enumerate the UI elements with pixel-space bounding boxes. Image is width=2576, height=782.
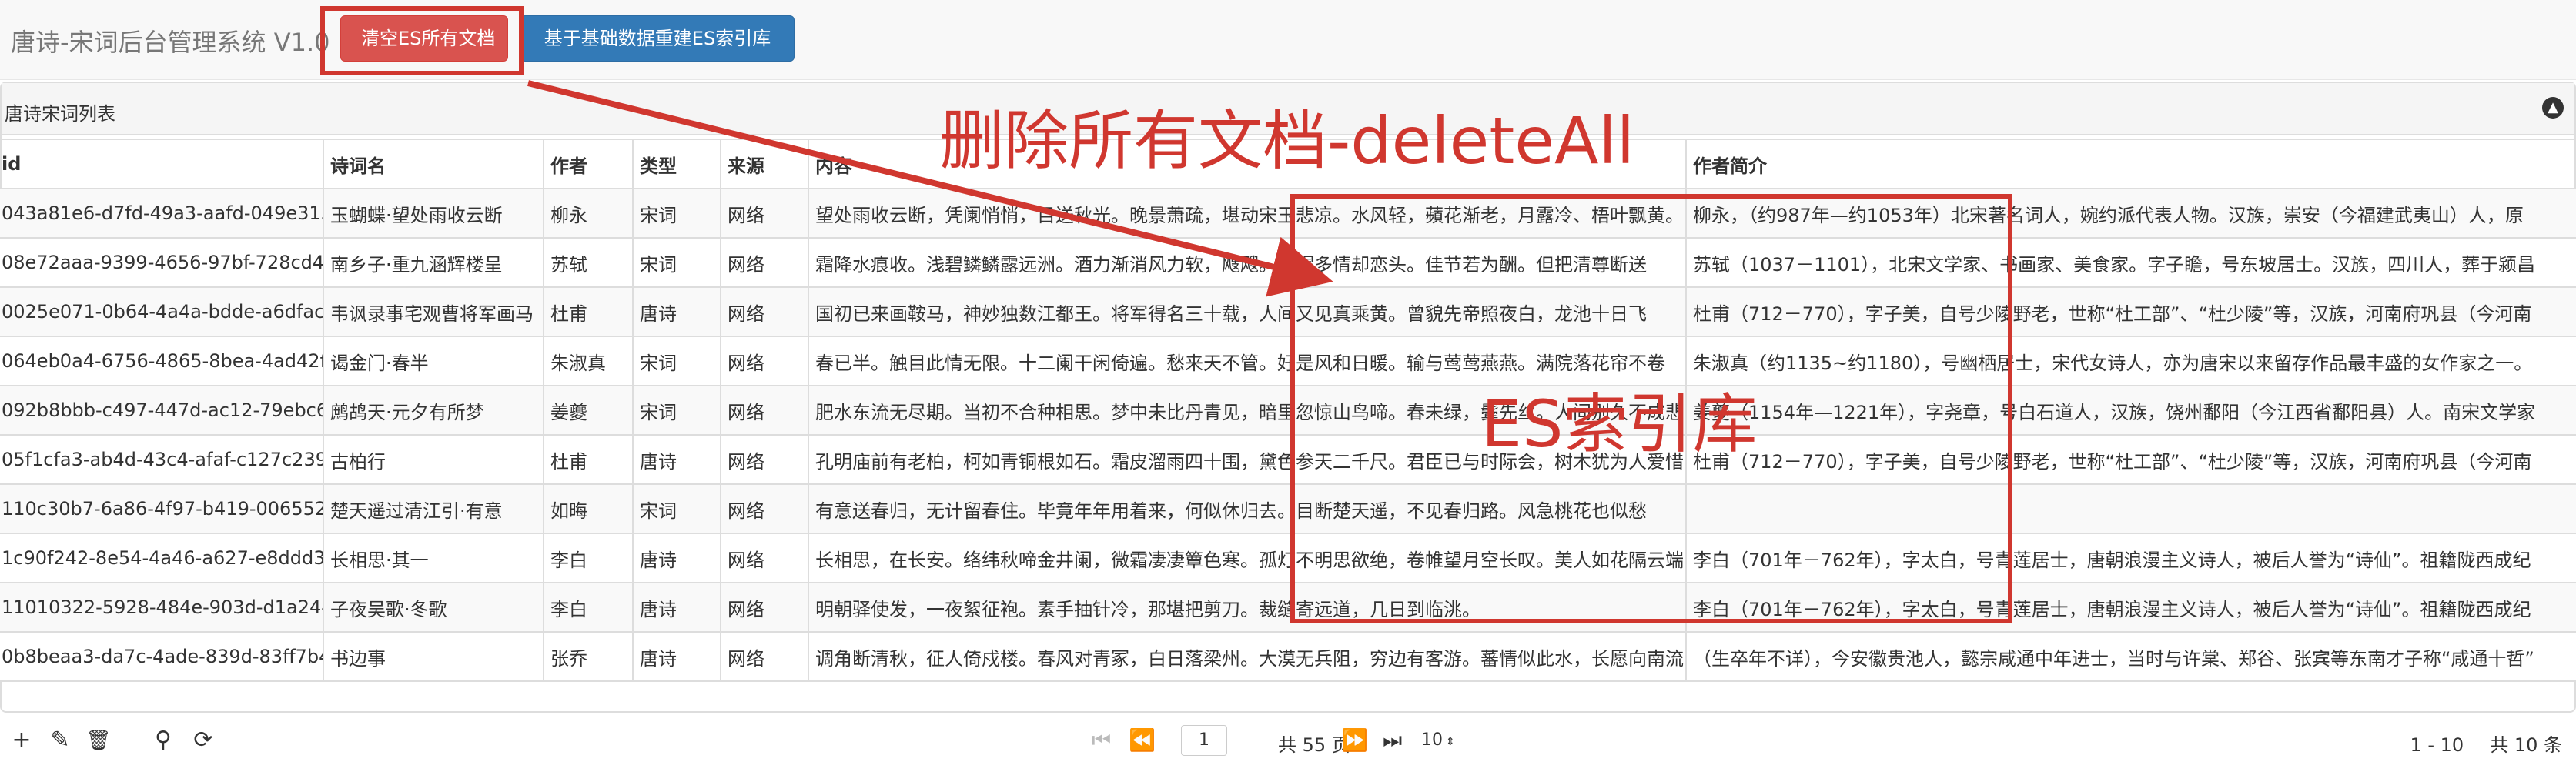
cell-id: 110c30b7-6a86-4f97-b419-00655282 [0,484,323,534]
cell-title: 韦讽录事宅观曹将军画马 [323,287,544,337]
search-icon[interactable]: ⚲ [149,725,177,756]
cell-id: 0025e071-0b64-4a4a-bdde-a6dfacc8 [0,287,323,337]
cell-title: 谒金门·春半 [323,336,544,386]
brand-title[interactable]: 唐诗-宋词后台管理系统 V1.0 [11,23,330,58]
cell-source: 网络 [720,336,808,386]
cell-author: 苏轼 [543,238,633,288]
annotation-es-index-label: ES索引库 [1481,386,1758,462]
cell-id: 08e72aaa-9399-4656-97bf-728cd445 [0,238,323,288]
cell-id: 0b8beaa3-da7c-4ade-839d-83ff7b45 [0,632,323,682]
column-header-author[interactable]: 作者 [543,139,633,189]
cell-title: 楚天遥过清江引·有意 [323,484,544,534]
cell-type: 宋词 [632,386,721,436]
record-range-info: 1 - 10 共 10 条 [2410,730,2562,757]
table-row[interactable]: 1c90f242-8e54-4a46-a627-e8ddd323 长相思·其一 … [0,533,2576,583]
cell-source: 网络 [720,386,808,436]
cell-title: 玉蝴蝶·望处雨收云断 [323,189,544,239]
cell-type: 宋词 [632,484,721,534]
cell-type: 宋词 [632,189,721,239]
cell-source: 网络 [720,435,808,485]
table-row[interactable]: 0025e071-0b64-4a4a-bdde-a6dfacc8 韦讽录事宅观曹… [0,287,2576,337]
add-icon[interactable]: + [8,725,35,756]
cell-author: 姜夔 [543,386,633,436]
cell-type: 唐诗 [632,435,721,485]
table-row[interactable]: 05f1cfa3-ab4d-43c4-afaf-c127c2390 古柏行 杜甫… [0,435,2576,485]
cell-type: 唐诗 [632,287,721,337]
cell-author: 李白 [543,583,633,633]
cell-source: 网络 [720,484,808,534]
cell-content: 调角断清秋，征人倚戍楼。春风对青冢，白日落梁州。大漠无兵阻，穷边有客游。蕃情似此… [808,632,1686,682]
cell-id: 043a81e6-d7fd-49a3-aafd-049e3156 [0,189,323,239]
table-row[interactable]: 0b8beaa3-da7c-4ade-839d-83ff7b45 书边事 张乔 … [0,632,2576,682]
cell-author: 李白 [543,533,633,583]
page-size-select[interactable]: 10 ⇕ [1421,725,1475,756]
cell-title: 书边事 [323,632,544,682]
cell-id: 1c90f242-8e54-4a46-a627-e8ddd323 [0,533,323,583]
cell-author: 杜甫 [543,435,633,485]
cell-source: 网络 [720,189,808,239]
cell-type: 唐诗 [632,632,721,682]
column-header-type[interactable]: 类型 [632,139,721,189]
cell-id: 05f1cfa3-ab4d-43c4-afaf-c127c2390 [0,435,323,485]
page-size-value: 10 [1421,730,1443,750]
rebuild-es-index-button[interactable]: 基于基础数据重建ES索引库 [520,15,795,62]
first-page-icon[interactable]: ⏮ [1092,727,1111,754]
cell-title: 子夜吴歌·冬歌 [323,583,544,633]
cell-source: 网络 [720,583,808,633]
cell-type: 宋词 [632,238,721,288]
column-header-source[interactable]: 来源 [720,139,808,189]
column-header-id[interactable]: id [0,139,323,189]
refresh-icon[interactable]: ⟳ [189,725,217,756]
table-row[interactable]: 043a81e6-d7fd-49a3-aafd-049e3156 玉蝴蝶·望处雨… [0,189,2576,239]
cell-id: 092b8bbb-c497-447d-ac12-79ebc62 [0,386,323,436]
cell-author: 张乔 [543,632,633,682]
cell-type: 宋词 [632,336,721,386]
total-pages-label: 共 55 页 [1278,734,1350,756]
cell-source: 网络 [720,287,808,337]
record-total: 共 10 条 [2490,734,2562,756]
poetry-table: id 诗词名 作者 类型 来源 内容 作者简介 043a81e6-d7fd-49… [0,139,2576,682]
delete-icon[interactable]: 🗑 [85,725,112,756]
annotation-delete-all-label: 删除所有文档-deleteAll [939,103,1635,179]
column-header-title[interactable]: 诗词名 [323,139,544,189]
cell-author: 杜甫 [543,287,633,337]
cell-source: 网络 [720,632,808,682]
cell-type: 唐诗 [632,583,721,633]
cell-id: 11010322-5928-484e-903d-d1a244a [0,583,323,633]
panel-title: 唐诗宋词列表 [5,103,115,125]
next-page-icon[interactable]: ⏩ [1341,727,1368,754]
table-row[interactable]: 092b8bbb-c497-447d-ac12-79ebc62 鹧鸪天·元夕有所… [0,386,2576,436]
cell-source: 网络 [720,533,808,583]
current-page-input[interactable]: 1 [1181,725,1227,756]
cell-id: 064eb0a4-6756-4865-8bea-4ad42f9f [0,336,323,386]
table-row[interactable]: 064eb0a4-6756-4865-8bea-4ad42f9f 谒金门·春半 … [0,336,2576,386]
cell-title: 鹧鸪天·元夕有所梦 [323,386,544,436]
cell-title: 古柏行 [323,435,544,485]
prev-page-icon[interactable]: ⏪ [1129,727,1156,754]
last-page-icon[interactable]: ⏭ [1383,727,1402,754]
cell-author: 如晦 [543,484,633,534]
table-row[interactable]: 08e72aaa-9399-4656-97bf-728cd445 南乡子·重九涵… [0,238,2576,288]
cell-author: 柳永 [543,189,633,239]
table-row[interactable]: 11010322-5928-484e-903d-d1a244a 子夜吴歌·冬歌 … [0,583,2576,633]
record-range: 1 - 10 [2410,734,2464,756]
edit-icon[interactable]: ✎ [46,725,74,756]
table-footer-toolbar: + ✎ 🗑 ⚲ ⟳ ⏮ ⏪ 1 共 55 页 ⏩ ⏭ 10 ⇕ 1 - 10 共 1… [0,716,2576,770]
cell-title: 长相思·其一 [323,533,544,583]
collapse-icon[interactable]: ▲ [2542,97,2564,119]
page-size-stepper-icon: ⇕ [1446,736,1455,748]
cell-source: 网络 [720,238,808,288]
column-header-author-bio[interactable]: 作者简介 [1685,139,2576,189]
annotation-box-clear-button [320,6,524,75]
cell-author-bio: （生卒年不详），今安徽贵池人，懿宗咸通中年进士，当时与许棠、郑谷、张宾等东南才子… [1685,632,2576,682]
top-navbar: 唐诗-宋词后台管理系统 V1.0 清空ES所有文档 基于基础数据重建ES索引库 [0,0,2576,80]
table-row[interactable]: 110c30b7-6a86-4f97-b419-00655282 楚天遥过清江引… [0,484,2576,534]
cell-type: 唐诗 [632,533,721,583]
cell-title: 南乡子·重九涵辉楼呈 [323,238,544,288]
cell-author: 朱淑真 [543,336,633,386]
